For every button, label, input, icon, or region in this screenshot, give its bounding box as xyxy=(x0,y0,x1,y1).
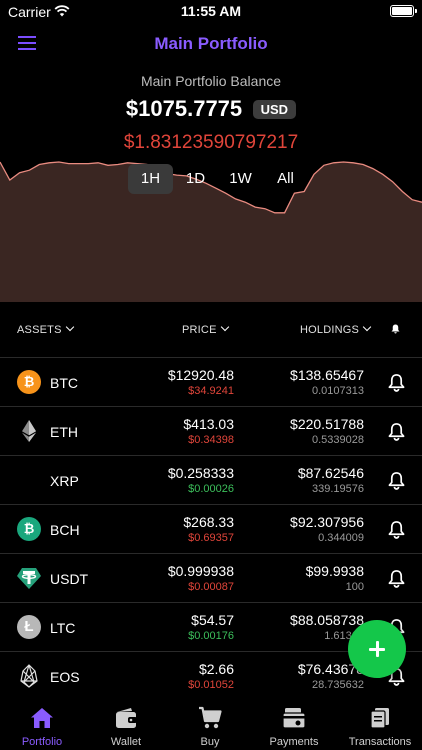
price-value: $268.33 xyxy=(183,514,234,530)
range-tabs: 1H 1D 1W All xyxy=(128,164,308,194)
bitcoin-cash-icon: ₿ xyxy=(17,517,41,541)
holdings-value: $87.62546 xyxy=(297,465,364,481)
holdings-amount: 0.0107313 xyxy=(312,385,364,397)
table-header: ASSETS PRICE HOLDINGS xyxy=(0,318,422,342)
price-change: $0.00087 xyxy=(188,581,234,593)
tab-transactions[interactable]: Transactions xyxy=(338,700,422,750)
price-change: $0.01052 xyxy=(188,679,234,691)
holdings-amount: 0.344009 xyxy=(318,532,364,544)
tab-label: Payments xyxy=(269,736,319,748)
status-bar: Carrier 11:55 AM xyxy=(0,0,422,24)
tab-wallet[interactable]: Wallet xyxy=(84,700,168,750)
price-header-label: PRICE xyxy=(182,324,217,336)
price-value: $413.03 xyxy=(183,416,234,432)
cart-icon xyxy=(199,706,222,729)
coin-symbol: LTC xyxy=(50,620,76,636)
price-change: $0.34398 xyxy=(188,434,234,446)
clock: 11:55 AM xyxy=(180,3,242,19)
sort-assets-button[interactable]: ASSETS xyxy=(17,322,74,336)
coin-symbol: USDT xyxy=(50,571,89,587)
holdings-value: $220.51788 xyxy=(290,416,364,432)
asset-row-bch[interactable]: ₿ BCH $268.33 $0.69357 $92.307956 0.344009 xyxy=(0,504,422,553)
asset-row-usdt[interactable]: USDT $0.999938 $0.00087 $99.9938 100 xyxy=(0,553,422,602)
tab-label: Transactions xyxy=(348,736,412,748)
page-title: Main Portfolio xyxy=(154,34,268,53)
transactions-icon xyxy=(370,708,389,729)
add-button[interactable] xyxy=(348,620,406,678)
bell-icon[interactable] xyxy=(388,471,405,490)
tab-label: Wallet xyxy=(110,736,142,748)
holdings-amount: 339.19576 xyxy=(312,483,364,495)
sort-holdings-button[interactable]: HOLDINGS xyxy=(300,322,372,336)
price-change: $0.00176 xyxy=(188,630,234,642)
tab-label: Buy xyxy=(200,736,220,748)
bell-icon[interactable] xyxy=(388,569,405,588)
balance-row: $1075.7775 USD xyxy=(0,96,422,122)
tether-icon xyxy=(17,568,41,589)
battery-icon xyxy=(390,5,417,17)
coin-symbol: EOS xyxy=(50,669,80,685)
chevron-down-icon xyxy=(65,322,74,332)
bell-icon[interactable] xyxy=(388,520,405,539)
holdings-amount: 0.5339028 xyxy=(312,434,364,446)
holdings-amount: 28.735632 xyxy=(312,679,364,691)
coin-symbol: ETH xyxy=(50,424,78,440)
price-value: $0.258333 xyxy=(167,465,234,481)
bell-icon[interactable] xyxy=(388,373,405,392)
range-tab-all[interactable]: All xyxy=(263,164,308,194)
price-change: $0.69357 xyxy=(188,532,234,544)
price-change: $0.00026 xyxy=(188,483,234,495)
coin-symbol: BCH xyxy=(50,522,80,538)
chevron-down-icon xyxy=(362,322,372,332)
navigation-bar: Main Portfolio xyxy=(0,28,422,60)
holdings-header-label: HOLDINGS xyxy=(300,324,360,336)
coin-symbol: XRP xyxy=(50,473,79,489)
asset-row-xrp[interactable]: XRP $0.258333 $0.00026 $87.62546 339.19576 xyxy=(0,455,422,504)
bell-icon[interactable] xyxy=(388,422,405,441)
currency-badge[interactable]: USD xyxy=(252,99,297,119)
price-change: $34.9241 xyxy=(188,385,234,397)
xrp-icon xyxy=(17,468,41,492)
coin-symbol: BTC xyxy=(50,375,78,391)
eos-icon xyxy=(20,664,38,688)
asset-row-eth[interactable]: ETH $413.03 $0.34398 $220.51788 0.5339028 xyxy=(0,406,422,455)
price-value: $2.66 xyxy=(198,661,234,677)
payments-icon xyxy=(282,708,306,729)
balance-label: Main Portfolio Balance xyxy=(140,73,282,89)
tab-buy[interactable]: Buy xyxy=(168,700,252,750)
holdings-value: $138.65467 xyxy=(290,367,364,383)
sort-price-button[interactable]: PRICE xyxy=(182,322,229,336)
tab-bar: Portfolio Wallet Buy Payments Transactio… xyxy=(0,700,422,750)
range-tab-1h[interactable]: 1H xyxy=(128,164,173,194)
holdings-value: $92.307956 xyxy=(290,514,364,530)
bitcoin-icon: ₿ xyxy=(17,370,41,394)
balance-value: $1075.7775 xyxy=(125,96,243,121)
holdings-amount: 100 xyxy=(345,581,364,593)
tab-portfolio[interactable]: Portfolio xyxy=(0,700,84,750)
ethereum-icon xyxy=(22,420,36,442)
home-icon xyxy=(31,708,53,728)
chevron-down-icon xyxy=(220,322,229,332)
assets-header-label: ASSETS xyxy=(17,324,62,336)
holdings-value: $88.058738 xyxy=(290,612,364,628)
price-value: $54.57 xyxy=(191,612,234,628)
wallet-icon xyxy=(116,708,137,728)
holdings-value: $99.9938 xyxy=(305,563,364,579)
price-value: $0.999938 xyxy=(167,563,234,579)
range-tab-1w[interactable]: 1W xyxy=(218,164,263,194)
tab-label: Portfolio xyxy=(21,736,63,748)
tab-payments[interactable]: Payments xyxy=(252,700,336,750)
balance-change: $1.83123590797217 xyxy=(123,132,299,153)
litecoin-icon: Ł xyxy=(17,615,41,639)
price-value: $12920.48 xyxy=(167,367,234,383)
range-tab-1d[interactable]: 1D xyxy=(173,164,218,194)
asset-row-btc[interactable]: ₿ BTC $12920.48 $34.9241 $138.65467 0.0107313 xyxy=(0,357,422,406)
bell-icon xyxy=(391,324,400,334)
